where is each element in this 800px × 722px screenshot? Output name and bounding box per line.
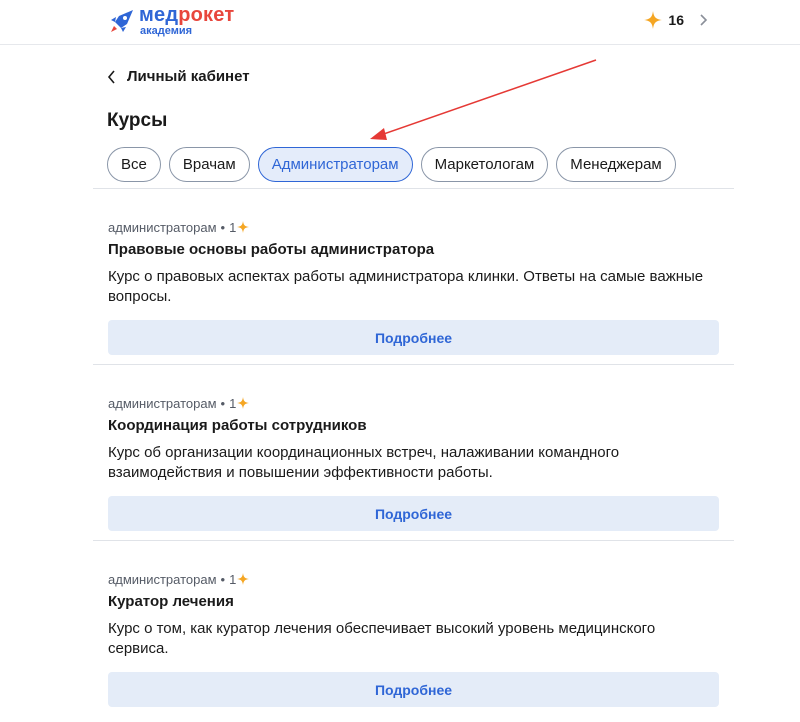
course-description: Курс о правовых аспектах работы админист…: [108, 268, 704, 305]
course-points: 1: [229, 571, 237, 587]
course-card: администраторам • 1 Куратор лечения Курс…: [93, 540, 734, 716]
details-button[interactable]: Подробнее: [108, 496, 719, 531]
page-title: Курсы: [107, 110, 168, 131]
meta-separator: •: [220, 219, 226, 235]
category-tabs: Все Врачам Администраторам Маркетологам …: [107, 147, 676, 182]
logo[interactable]: медрокет академия: [109, 5, 234, 37]
chevron-right-icon: [700, 14, 708, 26]
course-description: Курс о том, как куратор лечения обеспечи…: [108, 620, 656, 657]
details-button[interactable]: Подробнее: [108, 320, 719, 355]
tab-administrators[interactable]: Администраторам: [257, 147, 413, 182]
sparkle-icon: [237, 573, 250, 585]
course-title: Координация работы сотрудников: [108, 417, 367, 434]
course-card: администраторам • 1 Правовые основы рабо…: [93, 188, 734, 364]
course-audience: администраторам: [108, 571, 217, 587]
course-description: Курс об организации координационных встр…: [108, 444, 620, 481]
course-audience: администраторам: [108, 395, 217, 411]
details-button[interactable]: Подробнее: [108, 672, 719, 707]
course-audience: администраторам: [108, 219, 217, 235]
tab-marketers[interactable]: Маркетологам: [420, 147, 549, 182]
rocket-icon: [111, 10, 133, 32]
header: медрокет академия 16: [0, 0, 800, 45]
meta-separator: •: [220, 571, 226, 587]
breadcrumb-label: Личный кабинет: [127, 68, 250, 85]
course-meta: администраторам • 1: [108, 571, 719, 587]
logo-name: медрокет: [139, 4, 235, 26]
sparkle-icon: [644, 11, 663, 29]
course-points: 1: [229, 219, 237, 235]
sparkle-icon: [237, 397, 250, 409]
course-points: 1: [229, 395, 237, 411]
tab-managers[interactable]: Менеджерам: [556, 147, 676, 182]
meta-separator: •: [220, 395, 226, 411]
course-list: администраторам • 1 Правовые основы рабо…: [93, 188, 734, 716]
chevron-left-icon: [107, 69, 115, 84]
points-balance[interactable]: 16: [644, 11, 708, 29]
tab-all[interactable]: Все: [107, 147, 161, 182]
points-count: 16: [668, 12, 684, 28]
logo-subtitle: академия: [140, 25, 193, 37]
course-title: Куратор лечения: [108, 593, 234, 610]
course-card: администраторам • 1 Координация работы с…: [93, 364, 734, 540]
breadcrumb[interactable]: Личный кабинет: [107, 68, 250, 85]
course-meta: администраторам • 1: [108, 219, 719, 235]
course-meta: администраторам • 1: [108, 395, 719, 411]
tab-doctors[interactable]: Врачам: [168, 147, 250, 182]
sparkle-icon: [237, 221, 250, 233]
course-title: Правовые основы работы администратора: [108, 241, 435, 258]
